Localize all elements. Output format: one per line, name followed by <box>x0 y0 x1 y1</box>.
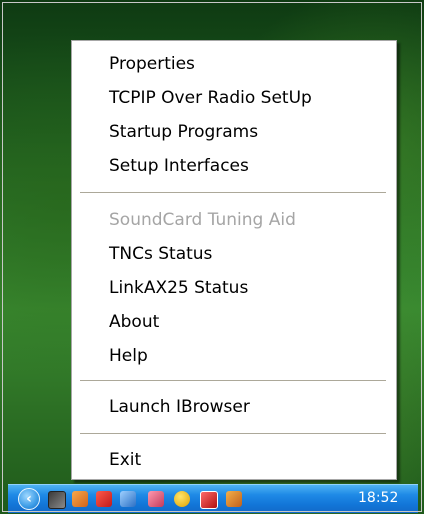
security-shield-icon[interactable] <box>174 491 190 507</box>
menu-item-soundcard-tuning-aid: SoundCard Tuning Aid <box>109 210 296 230</box>
menu-item-tncs-status[interactable]: TNCs Status <box>109 244 212 264</box>
menu-separator <box>80 380 386 382</box>
show-hidden-icons-chevron-icon[interactable]: ‹ <box>18 488 40 510</box>
tray-app-icon[interactable] <box>72 491 88 507</box>
taskbar-notification-area: ‹ 18:52 <box>8 484 418 513</box>
menu-item-about[interactable]: About <box>109 312 159 332</box>
packet-radio-icon[interactable] <box>48 491 66 509</box>
menu-item-linkax25-status[interactable]: LinkAX25 Status <box>109 278 248 298</box>
tray-misc-icon[interactable] <box>148 491 164 507</box>
menu-item-help[interactable]: Help <box>109 346 148 366</box>
menu-item-setup-interfaces[interactable]: Setup Interfaces <box>109 156 249 176</box>
tray-app-icon[interactable] <box>226 491 242 507</box>
menu-separator <box>80 433 386 435</box>
menu-item-exit[interactable]: Exit <box>109 450 141 470</box>
menu-item-launch-ibrowser[interactable]: Launch IBrowser <box>109 397 250 417</box>
taskbar-clock[interactable]: 18:52 <box>358 490 398 506</box>
volume-icon[interactable] <box>96 491 112 507</box>
mail-icon[interactable] <box>200 491 218 509</box>
menu-item-startup-programs[interactable]: Startup Programs <box>109 122 258 142</box>
network-icon[interactable] <box>120 491 136 507</box>
menu-item-properties[interactable]: Properties <box>109 54 195 74</box>
menu-separator <box>80 192 386 194</box>
tray-context-menu: Properties TCPIP Over Radio SetUp Startu… <box>71 40 397 480</box>
menu-item-tcpip-over-radio-setup[interactable]: TCPIP Over Radio SetUp <box>109 88 312 108</box>
